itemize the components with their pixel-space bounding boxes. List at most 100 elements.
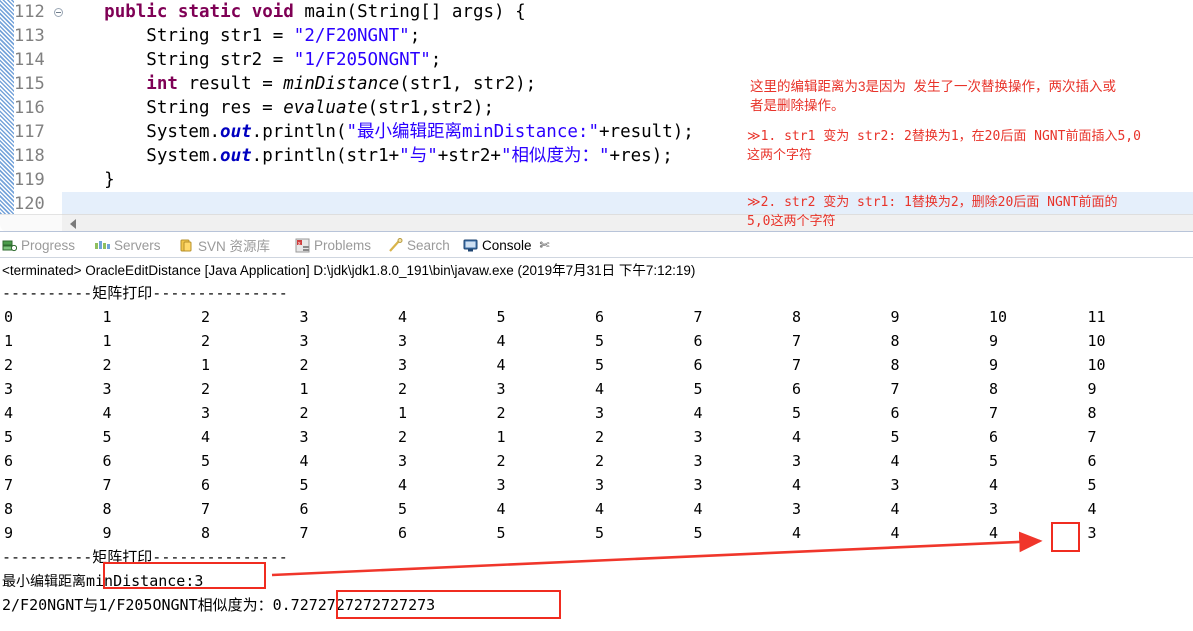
matrix-cell: 3 (595, 476, 605, 494)
matrix-cell: 1 (102, 332, 112, 350)
close-icon[interactable]: ✄ (540, 238, 550, 252)
code-token: (String[] args) { (346, 2, 526, 22)
matrix-cell: 5 (595, 524, 605, 542)
code-line[interactable]: String str1 = "2/F20NGNT"; (62, 24, 420, 48)
matrix-cell: 4 (890, 524, 900, 542)
line-number: 113 (14, 26, 45, 46)
matrix-cell: 4 (496, 500, 506, 518)
code-token: String str2 = (62, 50, 294, 70)
matrix-cell: 1 (398, 404, 408, 422)
matrix-cell: 8 (4, 500, 14, 518)
code-line[interactable]: System.out.println(str1+"与"+str2+"相似度为："… (62, 144, 672, 168)
svn-repo-icon (179, 238, 194, 253)
editor-bottom-border (0, 231, 1193, 232)
code-token: main (304, 2, 347, 22)
matrix-cell: 9 (890, 308, 900, 326)
matrix-cell: 4 (595, 500, 605, 518)
matrix-cell: 8 (890, 356, 900, 374)
matrix-cell: 2 (398, 428, 408, 446)
highlight-box-similarity (336, 590, 561, 619)
code-token: System. (62, 146, 221, 166)
matrix-cell: 6 (4, 452, 14, 470)
line-number: 112 (14, 2, 45, 22)
line-number: 120 (14, 194, 45, 214)
matrix-cell: 2 (496, 404, 506, 422)
code-token: String res = (62, 98, 284, 118)
code-token: evaluate (283, 98, 368, 118)
code-token: } (62, 170, 115, 190)
scroll-left-arrow-icon[interactable] (70, 219, 76, 229)
matrix-cell: 3 (496, 476, 506, 494)
console-icon (463, 238, 478, 253)
annotation-note-3: ≫2. str2 变为 str1: 1替换为2，删除20后面 NGNT前面的 5… (747, 195, 1118, 229)
code-line[interactable]: System.out.println("最小编辑距离minDistance:"+… (62, 120, 694, 144)
matrix-cell: 7 (890, 380, 900, 398)
line-number: 116 (14, 98, 45, 118)
matrix-row: 5 5 4 3 2 1 2 3 4 5 6 7 (2, 425, 1193, 449)
matrix-cell: 6 (1087, 452, 1097, 470)
matrix-cell: 7 (1087, 428, 1097, 446)
matrix-cell: 1 (299, 380, 309, 398)
annotation-note-1: 这里的编辑距离为3是因为 发生了一次替换操作，两次插入或 者是删除操作。 (750, 79, 1117, 113)
matrix-cell: 3 (496, 380, 506, 398)
code-token: (str1,str2); (367, 98, 494, 118)
min-distance-prefix: 最小编辑距离 (2, 573, 86, 589)
matrix-cell: 3 (4, 380, 14, 398)
code-line[interactable]: public static void main(String[] args) { (62, 0, 526, 24)
tab-search[interactable]: Search (388, 233, 450, 257)
line-number-gutter[interactable]: 112 113 114 115 116 117 118 119 120 (14, 0, 63, 214)
matrix-cell: 7 (792, 332, 802, 350)
matrix-cell: 3 (693, 452, 703, 470)
matrix-cell: 5 (398, 500, 408, 518)
matrix-cell: 5 (595, 332, 605, 350)
servers-icon (95, 238, 110, 253)
matrix-cell: 0 (4, 308, 14, 326)
code-token: "2/F20NGNT" (293, 26, 410, 46)
code-line[interactable]: String res = evaluate(str1,str2); (62, 96, 494, 120)
tab-problems[interactable]: x Problems (295, 233, 371, 257)
tab-label: Search (407, 237, 450, 253)
tab-progress[interactable]: Progress (2, 233, 75, 257)
matrix-cell: 7 (299, 524, 309, 542)
matrix-cell: 3 (201, 404, 211, 422)
matrix-cell: 1 (496, 428, 506, 446)
matrix-cell: 5 (4, 428, 14, 446)
code-token: String str1 = (62, 26, 294, 46)
matrix-row: 6 6 5 4 3 2 2 3 3 4 5 6 (2, 449, 1193, 473)
matrix-cell: 3 (398, 356, 408, 374)
matrix-cell: 5 (496, 524, 506, 542)
similarity-prefix: 2/F20NGNT与1/F205ONGNT相似度为： (2, 596, 273, 614)
matrix-cell: 4 (890, 452, 900, 470)
matrix-cell: 5 (890, 428, 900, 446)
code-line[interactable]: int result = minDistance(str1, str2); (62, 72, 536, 96)
code-token: ; (430, 50, 442, 70)
tab-label: Console (482, 237, 532, 253)
matrix-cell: 4 (989, 476, 999, 494)
code-line[interactable]: String str2 = "1/F205ONGNT"; (62, 48, 441, 72)
matrix-cell: 4 (201, 428, 211, 446)
matrix-cell: 4 (496, 356, 506, 374)
problems-icon: x (295, 238, 310, 253)
matrix-cell: 3 (299, 428, 309, 446)
matrix-cell: 4 (792, 476, 802, 494)
matrix-cell: 7 (201, 500, 211, 518)
code-line[interactable]: } (62, 168, 115, 192)
tab-servers[interactable]: Servers (95, 233, 161, 257)
tab-label: Problems (314, 237, 372, 253)
matrix-cell: 9 (989, 356, 999, 374)
matrix-cell: 3 (299, 332, 309, 350)
tab-svn-资源库[interactable]: SVN 资源库 (179, 233, 270, 257)
search-icon (388, 237, 403, 253)
matrix-cell: 8 (102, 500, 112, 518)
matrix-cell: 3 (989, 500, 999, 518)
view-tab-bar[interactable]: Progress Servers SVN 资源库 x Problems Search Con… (0, 233, 1193, 257)
matrix-cell: 3 (890, 476, 900, 494)
code-token: out (220, 122, 252, 142)
matrix-cell: 3 (102, 380, 112, 398)
matrix-cell: 10 (989, 308, 1008, 326)
matrix-cell: 8 (989, 380, 999, 398)
tab-console[interactable]: Console ✄ (463, 233, 550, 257)
matrix-cell: 2 (102, 356, 112, 374)
matrix-cell: 7 (792, 356, 802, 374)
